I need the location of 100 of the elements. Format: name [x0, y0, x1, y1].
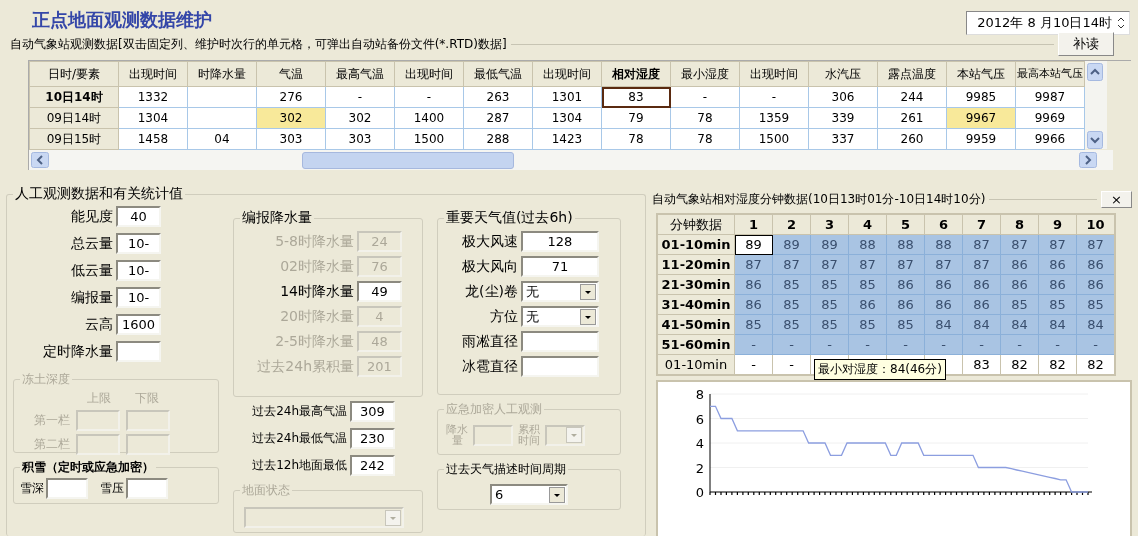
spinner-icon[interactable]	[1115, 15, 1127, 31]
group-title: 应急加密人工观测	[445, 401, 543, 418]
column-header[interactable]: 出现时间	[739, 61, 809, 87]
field-label: 过去24h最低气温	[251, 430, 347, 447]
column-header[interactable]: 最高气温	[325, 61, 395, 87]
input-field[interactable]: 71	[521, 256, 599, 277]
input-field[interactable]	[521, 331, 599, 352]
column-header[interactable]: 最低气温	[463, 61, 533, 87]
field-label: 极大风向	[461, 257, 518, 276]
axis-tick-label: 2	[695, 460, 704, 476]
row-header: 51-60min	[657, 334, 735, 355]
input-field[interactable]: 242	[350, 455, 395, 476]
reread-button[interactable]: 补读	[1058, 32, 1114, 56]
field-label: 雪压	[100, 480, 124, 497]
field-label: 总云量	[70, 234, 113, 253]
caret-icon	[580, 283, 596, 300]
row-header[interactable]: 10日14时	[29, 86, 119, 108]
column-header[interactable]: 气温	[256, 61, 326, 87]
input-field[interactable]: 1600	[116, 314, 161, 335]
column-header[interactable]: 本站气压	[946, 61, 1016, 87]
field-label: 雨凇直径	[461, 332, 518, 351]
column-header[interactable]: 出现时间	[118, 61, 188, 87]
input-field[interactable]: 10-	[116, 287, 161, 308]
column-header: 3	[810, 214, 849, 235]
scroll-right-icon[interactable]	[1079, 152, 1097, 168]
column-header: 6	[924, 214, 963, 235]
caret-icon	[385, 509, 401, 526]
input-field[interactable]: 49	[357, 281, 402, 302]
date-time-field[interactable]: 2012年 8 月10日14时	[966, 11, 1130, 35]
column-header: 4	[848, 214, 887, 235]
close-button[interactable]: ×	[1101, 190, 1132, 208]
column-label: 下限	[134, 390, 160, 407]
row-header: 01-10min	[657, 354, 735, 375]
row-header[interactable]: 09日14时	[29, 107, 119, 129]
dropdown[interactable]: 无	[521, 306, 599, 327]
field-label: 02时降水量	[279, 257, 354, 276]
input-field[interactable]	[46, 478, 88, 499]
dropdown[interactable]: 6	[490, 484, 568, 505]
field-label: 过去24h累积量	[256, 357, 354, 376]
field-label: 低云量	[70, 261, 113, 280]
field-label: 雪深	[20, 480, 44, 497]
field-label: 过去12h地面最低	[251, 457, 347, 474]
input-field[interactable]: 230	[350, 428, 395, 449]
group-title: 人工观测数据和有关统计值	[14, 185, 184, 203]
column-header: 1	[734, 214, 773, 235]
input-field[interactable]: 40	[116, 206, 161, 227]
column-header[interactable]: 最小湿度	[670, 61, 740, 87]
column-header[interactable]: 时降水量	[187, 61, 257, 87]
vertical-scrollbar[interactable]	[1085, 61, 1107, 149]
group-title: 冻土深度	[21, 371, 71, 388]
column-header[interactable]: 出现时间	[394, 61, 464, 87]
group-title: 自动气象站观测数据[双击固定列、维护时次行的单元格，可弹出自动站备份文件(*.RTD)数据]	[10, 35, 507, 53]
group-title: 自动气象站相对湿度分钟数据(10日13时01分-10日14时10分)	[652, 190, 986, 208]
column-header[interactable]: 最高本站气压	[1015, 61, 1085, 87]
horizontal-scrollbar[interactable]	[29, 150, 1113, 170]
axis-tick-label: 4	[695, 436, 704, 451]
dropdown[interactable]: 无	[521, 281, 599, 302]
tooltip: 最小对湿度：84(46分)	[814, 359, 946, 380]
row-header: 21-30min	[657, 274, 735, 295]
row-header: 11-20min	[657, 254, 735, 275]
input-field[interactable]	[116, 341, 161, 362]
caret-icon	[549, 486, 565, 503]
field-label: 龙(尘)卷	[464, 282, 518, 301]
header-cell: 分钟数据	[657, 214, 735, 235]
row-header[interactable]: 09日15时	[29, 128, 119, 150]
input-field[interactable]	[126, 478, 168, 499]
group-title: 地面状态	[241, 482, 291, 499]
column-header: 10	[1076, 214, 1115, 235]
axis-tick-label: 0	[695, 485, 704, 500]
input-field[interactable]	[521, 356, 599, 377]
column-header: 7	[962, 214, 1001, 235]
field-label: 云高	[84, 315, 113, 334]
column-header[interactable]: 相对湿度	[601, 61, 671, 87]
scroll-thumb[interactable]	[302, 152, 514, 169]
scroll-up-icon[interactable]	[1087, 63, 1103, 81]
group-title: 重要天气值(过去6h)	[445, 209, 574, 227]
column-header[interactable]: 水汽压	[808, 61, 878, 87]
field-label: 极大风速	[461, 232, 518, 251]
column-header: 9	[1038, 214, 1077, 235]
field-label: 冰雹直径	[461, 357, 518, 376]
scroll-down-icon[interactable]	[1087, 131, 1103, 149]
input-field[interactable]: 128	[521, 231, 599, 252]
field-label: 定时降水量	[42, 342, 113, 361]
axis-tick-label: 6	[695, 411, 704, 427]
field-label: 2-5时降水量	[274, 332, 354, 351]
field-label: 过去24h最高气温	[251, 403, 347, 420]
field-label: 能见度	[70, 207, 113, 226]
row-header: 41-50min	[657, 314, 735, 335]
field-label: 累积时间	[517, 424, 541, 446]
row-header: 01-10min	[657, 234, 735, 255]
header-cell: 日时/要素	[29, 61, 119, 87]
input-field[interactable]: 10-	[116, 233, 161, 254]
column-header[interactable]: 露点温度	[877, 61, 947, 87]
scroll-left-icon[interactable]	[31, 152, 49, 168]
caret-icon	[566, 427, 582, 443]
input-field[interactable]: 10-	[116, 260, 161, 281]
field-label: 20时降水量	[279, 307, 354, 326]
group-title: 编报降水量	[241, 209, 313, 227]
input-field[interactable]: 309	[350, 401, 395, 422]
axis-tick-label: 8	[695, 387, 704, 402]
